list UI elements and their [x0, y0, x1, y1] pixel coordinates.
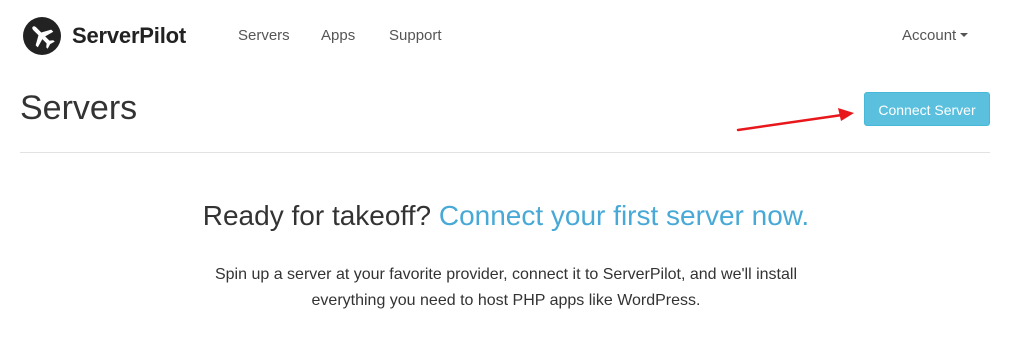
brand-name: ServerPilot	[72, 23, 186, 48]
page-title: Servers	[20, 89, 138, 127]
description-line-2: everything you need to host PHP apps lik…	[311, 292, 701, 309]
headline-prefix: Ready for takeoff?	[202, 200, 432, 231]
connect-first-server-link[interactable]: Connect your first server now.	[439, 200, 809, 231]
empty-state-description: Spin up a server at your favorite provid…	[0, 262, 1012, 314]
nav-support[interactable]: Support	[389, 26, 442, 46]
empty-state-headline: Ready for takeoff? Connect your first se…	[0, 196, 1012, 236]
caret-down-icon	[960, 33, 969, 38]
top-navbar: ServerPilot Servers Apps Support Account	[0, 0, 1012, 72]
nav-apps[interactable]: Apps	[321, 26, 355, 46]
page: ServerPilot Servers Apps Support Account…	[0, 0, 1012, 337]
nav-servers[interactable]: Servers	[238, 26, 290, 46]
description-line-1: Spin up a server at your favorite provid…	[214, 266, 797, 283]
account-label: Account	[902, 27, 957, 44]
red-arrow-icon	[736, 108, 854, 132]
connect-server-button[interactable]: Connect Server	[864, 92, 990, 126]
header-divider	[20, 152, 990, 153]
airplane-icon	[23, 17, 61, 55]
brand-home-link[interactable]: ServerPilot	[22, 16, 186, 56]
account-dropdown[interactable]: Account	[902, 26, 969, 46]
